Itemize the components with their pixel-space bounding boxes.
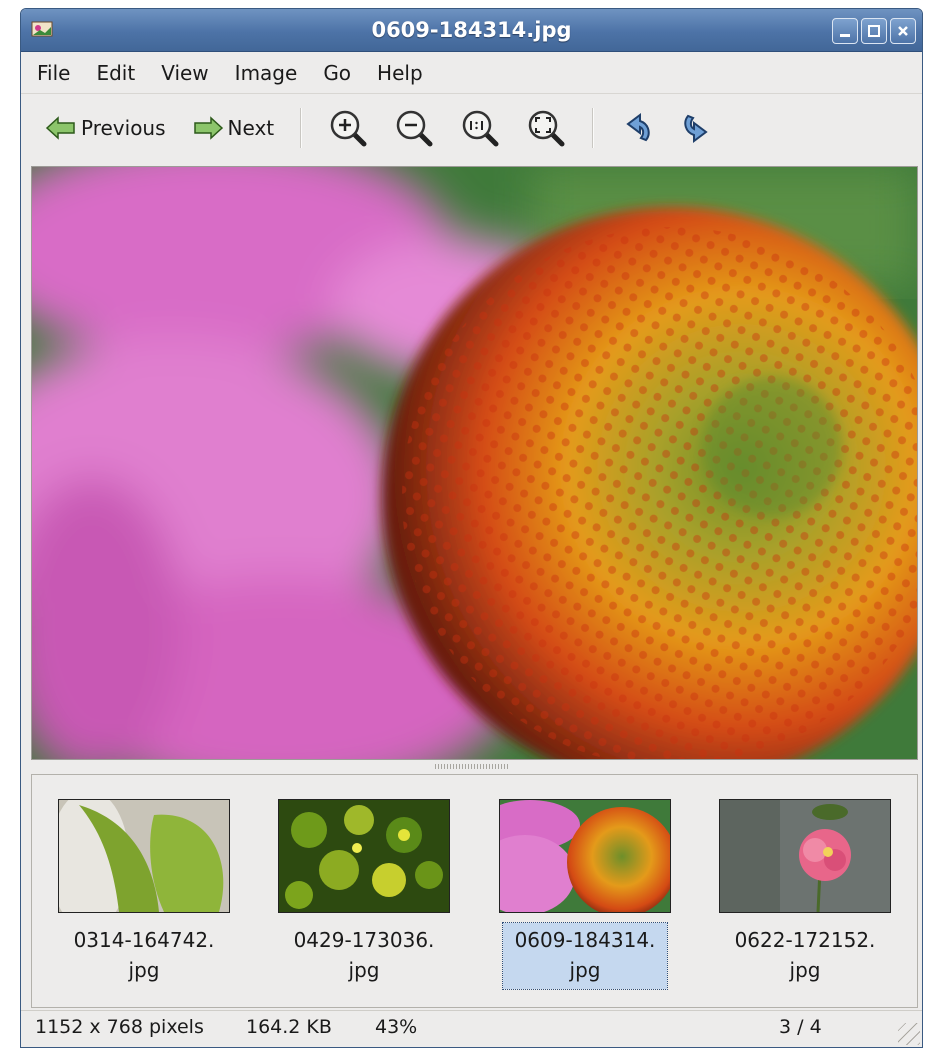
rose-photo: [720, 800, 890, 912]
thumbnail-item[interactable]: 0622-172152. jpg: [705, 799, 905, 989]
rotate-right-icon: [684, 114, 708, 143]
title-bar[interactable]: 0609-184314.jpg: [21, 9, 922, 52]
thumbnail-caption-line1: 0609-184314.: [514, 928, 656, 952]
menu-go[interactable]: Go: [323, 61, 351, 85]
zoom-out-icon: [396, 110, 433, 147]
arrow-left-icon: [45, 116, 75, 140]
resize-grip[interactable]: [898, 1023, 920, 1045]
zoom-fit-icon: [528, 110, 565, 147]
previous-label: Previous: [81, 116, 166, 140]
thumbnail-image: [499, 799, 671, 913]
image-position: 3 / 4: [779, 1016, 822, 1038]
leaf-photo: [59, 800, 229, 912]
rotate-left-button[interactable]: [620, 110, 654, 146]
toolbar-separator: [592, 108, 595, 148]
thumbnail-caption-line2: jpg: [128, 958, 160, 982]
rotate-left-icon: [626, 113, 650, 142]
thumbnail-caption-line1: 0314-164742.: [73, 928, 215, 952]
thumbnail-image: [278, 799, 450, 913]
thumbnail-caption-line2: jpg: [569, 958, 601, 982]
menu-view[interactable]: View: [161, 61, 208, 85]
menu-file[interactable]: File: [37, 61, 70, 85]
image-view[interactable]: [31, 166, 918, 760]
zoom-normal-button[interactable]: [460, 108, 500, 148]
thumbnail-caption: 0622-172152. jpg: [723, 923, 887, 989]
minimize-button[interactable]: [832, 18, 858, 44]
zoom-fit-button[interactable]: [526, 108, 566, 148]
thumbnail-caption: 0429-173036. jpg: [282, 923, 446, 989]
close-icon: [898, 26, 908, 36]
image-dimensions: 1152 x 768 pixels: [35, 1016, 204, 1038]
status-bar: 1152 x 768 pixels 164.2 KB 43% 3 / 4: [21, 1010, 922, 1047]
coneflower-thumbnail: [500, 800, 670, 912]
thumbnail-strip: 0314-164742. jpg 0429-173036. jpg 0609-1…: [31, 774, 918, 1008]
thumbnail-caption-line1: 0429-173036.: [293, 928, 435, 952]
thumbnail-image: [719, 799, 891, 913]
close-button[interactable]: [890, 18, 916, 44]
toolbar: Previous Next: [21, 95, 922, 161]
thumbnail-caption: 0314-164742. jpg: [62, 923, 226, 989]
window-title: 0609-184314.jpg: [371, 18, 572, 42]
arrow-right-icon: [193, 116, 223, 140]
zoom-out-button[interactable]: [394, 108, 434, 148]
file-size: 164.2 KB: [246, 1016, 332, 1038]
pane-resize-grip[interactable]: [435, 764, 509, 769]
thumbnail-item[interactable]: 0314-164742. jpg: [44, 799, 244, 989]
thumbnail-image: [58, 799, 230, 913]
zoom-in-button[interactable]: [328, 108, 368, 148]
zoom-level: 43%: [375, 1016, 418, 1038]
maximize-icon: [868, 25, 880, 37]
thumbnail-item-selected[interactable]: 0609-184314. jpg: [485, 799, 685, 990]
menu-help[interactable]: Help: [377, 61, 423, 85]
thumbnail-caption-line2: jpg: [789, 958, 821, 982]
thumbnail-caption-line2: jpg: [348, 958, 380, 982]
zoom-in-icon: [330, 110, 367, 147]
menu-image[interactable]: Image: [235, 61, 298, 85]
image-viewer-window: 0609-184314.jpg File Edit View Image Go …: [20, 8, 923, 1048]
next-label: Next: [227, 116, 275, 140]
rotate-right-button[interactable]: [680, 110, 714, 146]
zoom-normal-icon: [462, 110, 499, 147]
menu-bar: File Edit View Image Go Help: [21, 52, 922, 94]
previous-button[interactable]: Previous: [45, 116, 166, 140]
thumbnail-item[interactable]: 0429-173036. jpg: [264, 799, 464, 989]
minimize-icon: [840, 34, 850, 37]
thumbnail-caption: 0609-184314. jpg: [502, 922, 668, 990]
menu-edit[interactable]: Edit: [96, 61, 135, 85]
toolbar-separator: [300, 108, 303, 148]
maximize-button[interactable]: [861, 18, 887, 44]
next-button[interactable]: Next: [192, 116, 275, 140]
coneflower-photo: [32, 167, 917, 759]
foliage-photo: [279, 800, 449, 912]
thumbnail-caption-line1: 0622-172152.: [734, 928, 876, 952]
